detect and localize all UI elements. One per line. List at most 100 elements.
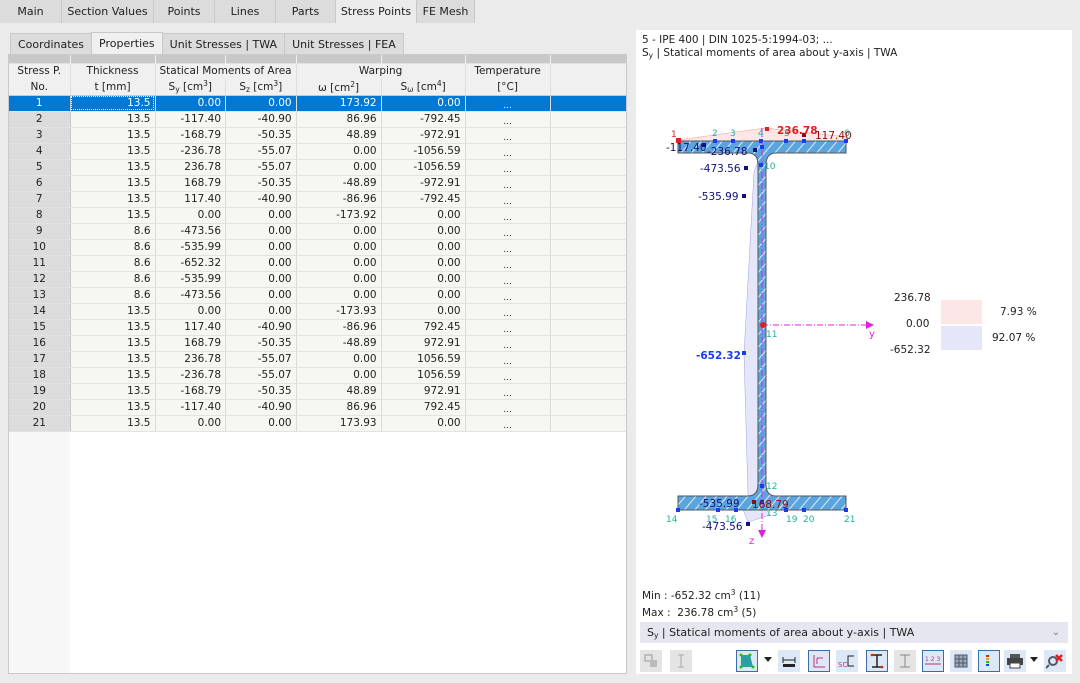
row-number-cell[interactable]: 12: [9, 271, 71, 288]
sy-cell[interactable]: -652.32: [155, 255, 227, 272]
thickness-cell[interactable]: 13.5: [70, 303, 156, 320]
thickness-cell[interactable]: 13.5: [70, 191, 156, 208]
numbering-icon[interactable]: 1 2 3: [922, 650, 944, 672]
thickness-cell[interactable]: 13.5: [70, 143, 156, 160]
result-type-dropdown[interactable]: Sy | Statical moments of area about y-ax…: [640, 622, 1068, 643]
thickness-cell[interactable]: 13.5: [70, 207, 156, 224]
sy-cell[interactable]: 117.40: [155, 191, 227, 208]
thickness-cell[interactable]: 13.5: [70, 319, 156, 336]
sz-cell[interactable]: -40.90: [225, 319, 297, 336]
row-number-cell[interactable]: 19: [9, 383, 71, 400]
omega-cell[interactable]: -86.96: [296, 319, 382, 336]
table-row[interactable]: 12 8.6 -535.99 0.00 0.00 0.00...: [9, 271, 627, 288]
row-number-cell[interactable]: 5: [9, 159, 71, 176]
sy-cell[interactable]: 168.79: [155, 175, 227, 192]
row-number-cell[interactable]: 2: [9, 111, 71, 128]
sz-cell[interactable]: -55.07: [225, 143, 297, 160]
omega-cell[interactable]: 0.00: [296, 255, 382, 272]
subtab-properties[interactable]: Properties: [91, 32, 163, 55]
temperature-cell[interactable]: ...: [465, 191, 551, 208]
temperature-cell[interactable]: ...: [465, 111, 551, 128]
sz-cell[interactable]: -50.35: [225, 127, 297, 144]
table-row[interactable]: 17 13.5 236.78 -55.07 0.00 1056.59...: [9, 351, 627, 368]
omega-cell[interactable]: 86.96: [296, 111, 382, 128]
omega-cell[interactable]: 0.00: [296, 271, 382, 288]
omega-cell[interactable]: 48.89: [296, 127, 382, 144]
tab-section-values[interactable]: Section Values: [62, 0, 154, 23]
table-row[interactable]: 16 13.5 168.79 -50.35 -48.89 972.91...: [9, 335, 627, 352]
omega-cell[interactable]: 0.00: [296, 351, 382, 368]
table-row[interactable]: 2 13.5 -117.40 -40.90 86.96 -792.45...: [9, 111, 627, 128]
row-number-cell[interactable]: 13: [9, 287, 71, 304]
temperature-cell[interactable]: ...: [465, 143, 551, 160]
somega-cell[interactable]: 0.00: [381, 239, 466, 256]
table-row[interactable]: 1 13.5 0.00 0.00 173.92 0.00...: [9, 95, 627, 112]
omega-cell[interactable]: -173.92: [296, 207, 382, 224]
thickness-cell[interactable]: 8.6: [70, 271, 156, 288]
sy-cell[interactable]: -117.40: [155, 111, 227, 128]
sz-cell[interactable]: 0.00: [225, 239, 297, 256]
row-number-cell[interactable]: 21: [9, 415, 71, 432]
sz-cell[interactable]: 0.00: [225, 223, 297, 240]
subtab-unit-stresses-twa[interactable]: Unit Stresses | TWA: [161, 33, 286, 55]
omega-cell[interactable]: 0.00: [296, 223, 382, 240]
axes-icon[interactable]: [808, 650, 830, 672]
temperature-cell[interactable]: ...: [465, 415, 551, 432]
sz-cell[interactable]: -50.35: [225, 175, 297, 192]
sy-cell[interactable]: 117.40: [155, 319, 227, 336]
omega-cell[interactable]: 0.00: [296, 143, 382, 160]
color-scale-icon[interactable]: [978, 650, 1000, 672]
sy-cell[interactable]: -236.78: [155, 143, 227, 160]
print-dropdown-arrow[interactable]: [1030, 657, 1038, 662]
somega-cell[interactable]: -972.91: [381, 175, 466, 192]
tab-fe-mesh[interactable]: FE Mesh: [417, 0, 475, 23]
omega-cell[interactable]: -48.89: [296, 335, 382, 352]
omega-cell[interactable]: -48.89: [296, 175, 382, 192]
thickness-cell[interactable]: 13.5: [70, 111, 156, 128]
somega-cell[interactable]: 0.00: [381, 223, 466, 240]
dimension-icon[interactable]: [778, 650, 800, 672]
render-mode-icon[interactable]: [736, 650, 758, 672]
thickness-cell[interactable]: 13.5: [70, 95, 156, 112]
grid-icon[interactable]: [950, 650, 972, 672]
shear-center-icon[interactable]: SC: [836, 650, 858, 672]
table-row[interactable]: 14 13.5 0.00 0.00 -173.93 0.00...: [9, 303, 627, 320]
omega-cell[interactable]: 0.00: [296, 239, 382, 256]
row-number-cell[interactable]: 11: [9, 255, 71, 272]
somega-cell[interactable]: 792.45: [381, 399, 466, 416]
temperature-cell[interactable]: ...: [465, 255, 551, 272]
temperature-cell[interactable]: ...: [465, 319, 551, 336]
sy-cell[interactable]: 236.78: [155, 351, 227, 368]
sy-cell[interactable]: 0.00: [155, 95, 227, 112]
sz-cell[interactable]: 0.00: [225, 95, 297, 112]
thickness-cell[interactable]: 13.5: [70, 351, 156, 368]
thickness-cell[interactable]: 13.5: [70, 335, 156, 352]
somega-cell[interactable]: 0.00: [381, 95, 466, 112]
thickness-cell[interactable]: 8.6: [70, 255, 156, 272]
somega-cell[interactable]: 0.00: [381, 271, 466, 288]
sz-cell[interactable]: -55.07: [225, 367, 297, 384]
table-row[interactable]: 8 13.5 0.00 0.00 -173.92 0.00...: [9, 207, 627, 224]
temperature-cell[interactable]: ...: [465, 223, 551, 240]
thickness-cell[interactable]: 13.5: [70, 415, 156, 432]
table-row[interactable]: 9 8.6 -473.56 0.00 0.00 0.00...: [9, 223, 627, 240]
somega-cell[interactable]: 0.00: [381, 303, 466, 320]
subtab-unit-stresses-fea[interactable]: Unit Stresses | FEA: [284, 33, 404, 55]
thickness-cell[interactable]: 13.5: [70, 175, 156, 192]
table-row[interactable]: 11 8.6 -652.32 0.00 0.00 0.00...: [9, 255, 627, 272]
thickness-cell[interactable]: 8.6: [70, 239, 156, 256]
sz-cell[interactable]: 0.00: [225, 207, 297, 224]
sy-cell[interactable]: 0.00: [155, 207, 227, 224]
row-number-cell[interactable]: 18: [9, 367, 71, 384]
temperature-cell[interactable]: ...: [465, 303, 551, 320]
somega-cell[interactable]: 1056.59: [381, 351, 466, 368]
somega-cell[interactable]: 0.00: [381, 207, 466, 224]
sy-cell[interactable]: -535.99: [155, 271, 227, 288]
row-number-cell[interactable]: 14: [9, 303, 71, 320]
table-row[interactable]: 13 8.6 -473.56 0.00 0.00 0.00...: [9, 287, 627, 304]
table-row[interactable]: 20 13.5 -117.40 -40.90 86.96 792.45...: [9, 399, 627, 416]
sy-cell[interactable]: -535.99: [155, 239, 227, 256]
tab-points[interactable]: Points: [154, 0, 215, 23]
temperature-cell[interactable]: ...: [465, 383, 551, 400]
somega-cell[interactable]: -1056.59: [381, 143, 466, 160]
